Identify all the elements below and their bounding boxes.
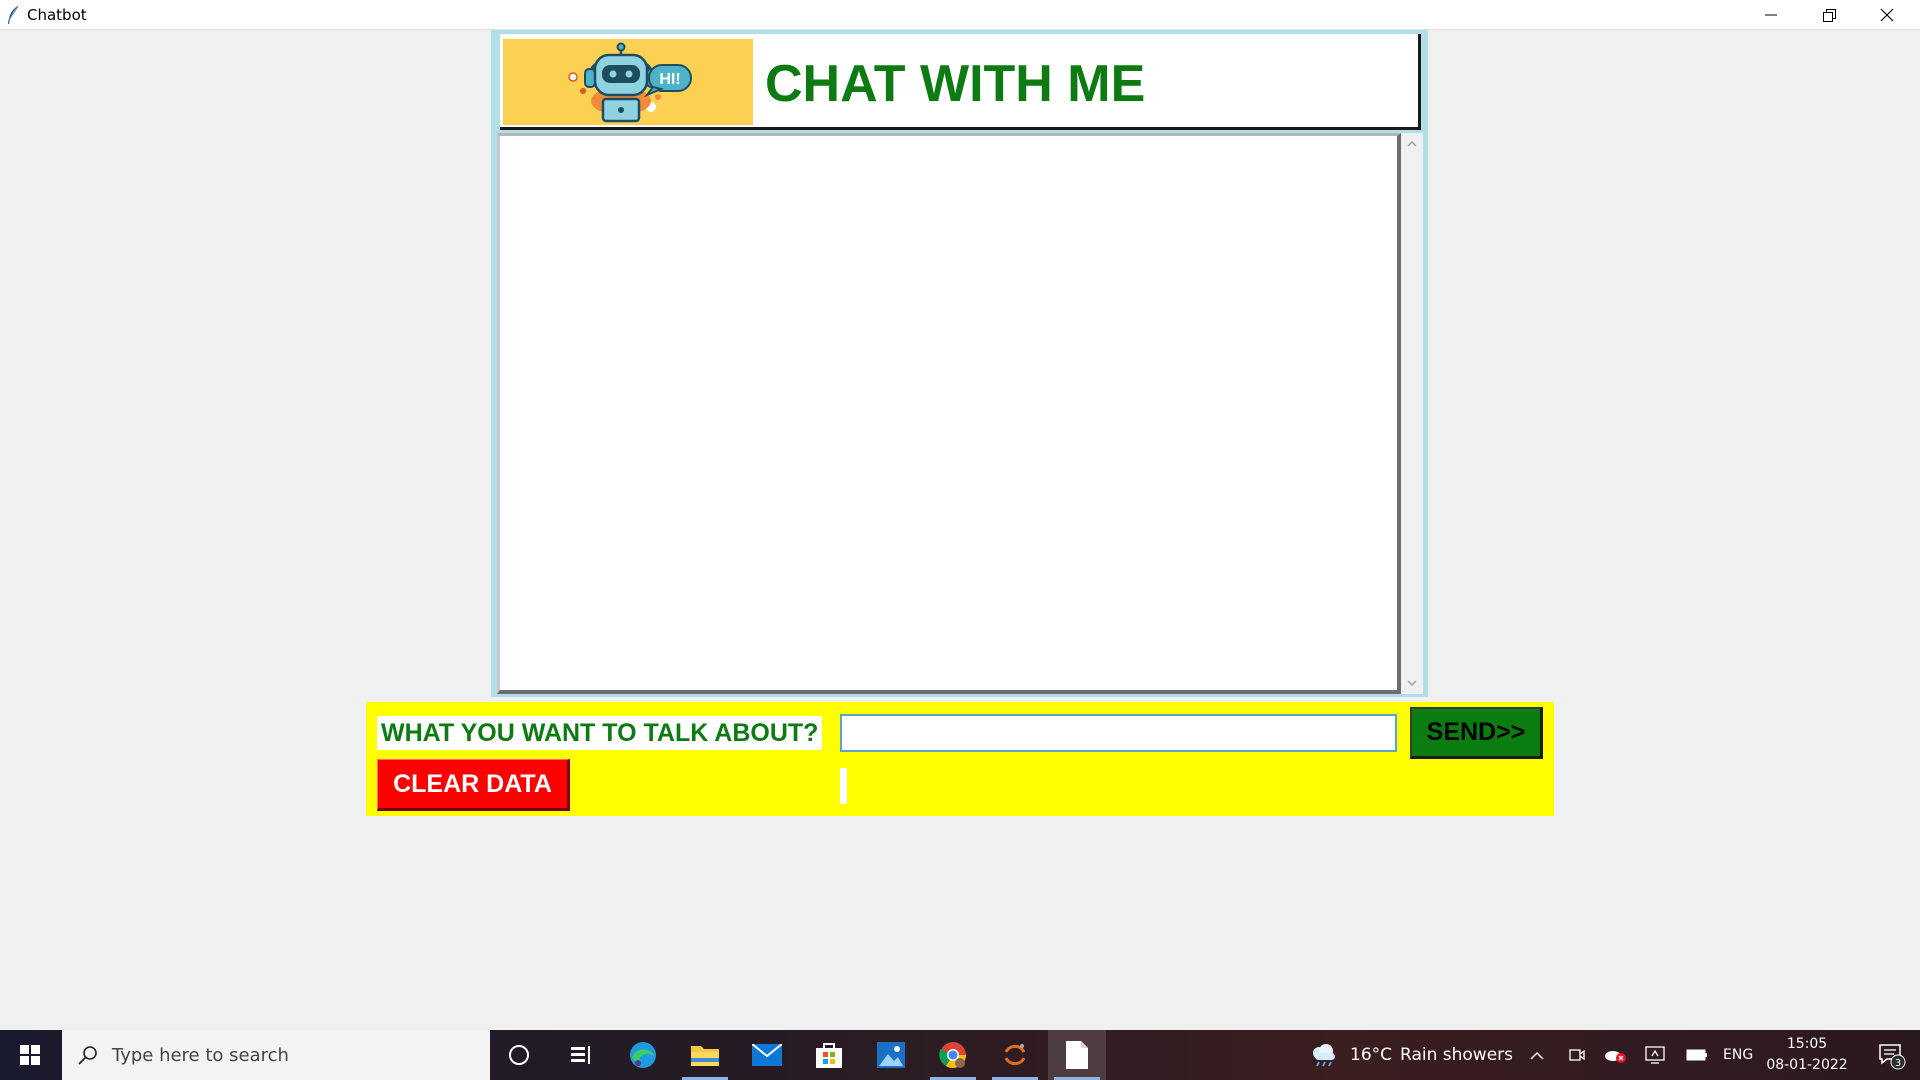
cortana-button[interactable] bbox=[490, 1030, 548, 1080]
robot-logo: HI! bbox=[503, 39, 753, 125]
task-view-button[interactable] bbox=[552, 1030, 610, 1080]
window-titlebar: Chatbot bbox=[0, 0, 1920, 30]
chevron-down-icon bbox=[1407, 680, 1417, 686]
clock[interactable]: 15:05 08-01-2022 bbox=[1762, 1034, 1852, 1076]
logo-speech-text: HI! bbox=[659, 71, 680, 88]
notepad-button[interactable] bbox=[1048, 1030, 1106, 1080]
task-view-icon bbox=[571, 1046, 590, 1064]
mail-button[interactable] bbox=[738, 1030, 796, 1080]
photos-icon bbox=[877, 1042, 905, 1068]
taskbar-search[interactable]: Type here to search bbox=[62, 1030, 490, 1080]
file-explorer-button[interactable] bbox=[676, 1030, 734, 1080]
window-title: Chatbot bbox=[27, 6, 87, 24]
meet-now-button[interactable] bbox=[1564, 1030, 1590, 1080]
display-icon bbox=[1645, 1046, 1665, 1064]
python-idle-icon bbox=[1004, 1044, 1026, 1066]
weather-temp: 16°C bbox=[1350, 1045, 1393, 1065]
scroll-up-button[interactable] bbox=[1401, 135, 1423, 153]
notification-icon: 3 bbox=[1879, 1044, 1906, 1070]
show-hidden-icons-button[interactable] bbox=[1524, 1030, 1550, 1080]
page-title: CHAT WITH ME bbox=[765, 55, 1146, 113]
minimize-icon bbox=[1765, 14, 1777, 16]
chat-header: HI! CHAT WITH ME bbox=[500, 34, 1421, 130]
chevron-up-icon bbox=[1530, 1051, 1544, 1060]
input-panel: WHAT YOU WANT TO TALK ABOUT? SEND>> CLEA… bbox=[366, 702, 1554, 816]
mail-icon bbox=[752, 1044, 782, 1066]
clear-data-button[interactable]: CLEAR DATA bbox=[377, 759, 570, 811]
notification-count: 3 bbox=[1895, 1058, 1901, 1069]
chat-scrollbar[interactable] bbox=[1401, 133, 1423, 694]
windows-icon bbox=[20, 1045, 40, 1065]
prompt-label: WHAT YOU WANT TO TALK ABOUT? bbox=[377, 716, 823, 750]
onedrive-error-icon bbox=[1605, 1051, 1626, 1063]
weather-widget[interactable]: 16°C Rain showers bbox=[1310, 1030, 1513, 1080]
chat-frame: HI! CHAT WITH ME bbox=[491, 30, 1428, 697]
chrome-icon bbox=[939, 1042, 967, 1069]
weather-text: Rain showers bbox=[1400, 1045, 1514, 1065]
battery-button[interactable] bbox=[1684, 1030, 1710, 1080]
restore-icon bbox=[1822, 8, 1836, 22]
store-button[interactable] bbox=[800, 1030, 858, 1080]
robot-icon: HI! bbox=[568, 42, 692, 123]
scroll-down-button[interactable] bbox=[1401, 674, 1423, 692]
chat-log[interactable] bbox=[497, 133, 1401, 694]
photos-button[interactable] bbox=[862, 1030, 920, 1080]
start-button[interactable] bbox=[0, 1030, 60, 1080]
search-icon bbox=[78, 1046, 97, 1065]
message-input[interactable] bbox=[840, 714, 1397, 752]
minimize-button[interactable] bbox=[1742, 0, 1800, 30]
close-button[interactable] bbox=[1858, 0, 1916, 30]
feather-icon bbox=[8, 5, 19, 24]
rain-cloud-icon bbox=[1313, 1044, 1335, 1067]
edge-icon bbox=[630, 1042, 656, 1068]
store-icon bbox=[816, 1043, 842, 1068]
clock-time: 15:05 bbox=[1786, 1036, 1828, 1052]
restore-button[interactable] bbox=[1800, 0, 1858, 30]
onedrive-button[interactable] bbox=[1602, 1030, 1628, 1080]
file-explorer-icon bbox=[691, 1046, 719, 1066]
search-placeholder: Type here to search bbox=[112, 1044, 289, 1066]
display-button[interactable] bbox=[1642, 1030, 1668, 1080]
taskbar: Type here to search 16°C Rain showers EN… bbox=[0, 1030, 1920, 1080]
language-indicator[interactable]: ENG bbox=[1723, 1030, 1753, 1080]
edge-button[interactable] bbox=[614, 1030, 672, 1080]
chevron-up-icon bbox=[1407, 141, 1417, 147]
battery-icon bbox=[1686, 1049, 1707, 1061]
close-icon bbox=[1880, 8, 1894, 22]
notepad-icon bbox=[1066, 1041, 1088, 1069]
send-button[interactable]: SEND>> bbox=[1410, 707, 1543, 759]
python-idle-button[interactable] bbox=[986, 1030, 1044, 1080]
text-cursor bbox=[840, 768, 847, 804]
chrome-button[interactable] bbox=[924, 1030, 982, 1080]
cortana-icon bbox=[509, 1045, 529, 1065]
clock-date: 08-01-2022 bbox=[1766, 1057, 1848, 1073]
camera-icon bbox=[1569, 1049, 1585, 1061]
notifications-button[interactable]: 3 bbox=[1862, 1030, 1920, 1080]
